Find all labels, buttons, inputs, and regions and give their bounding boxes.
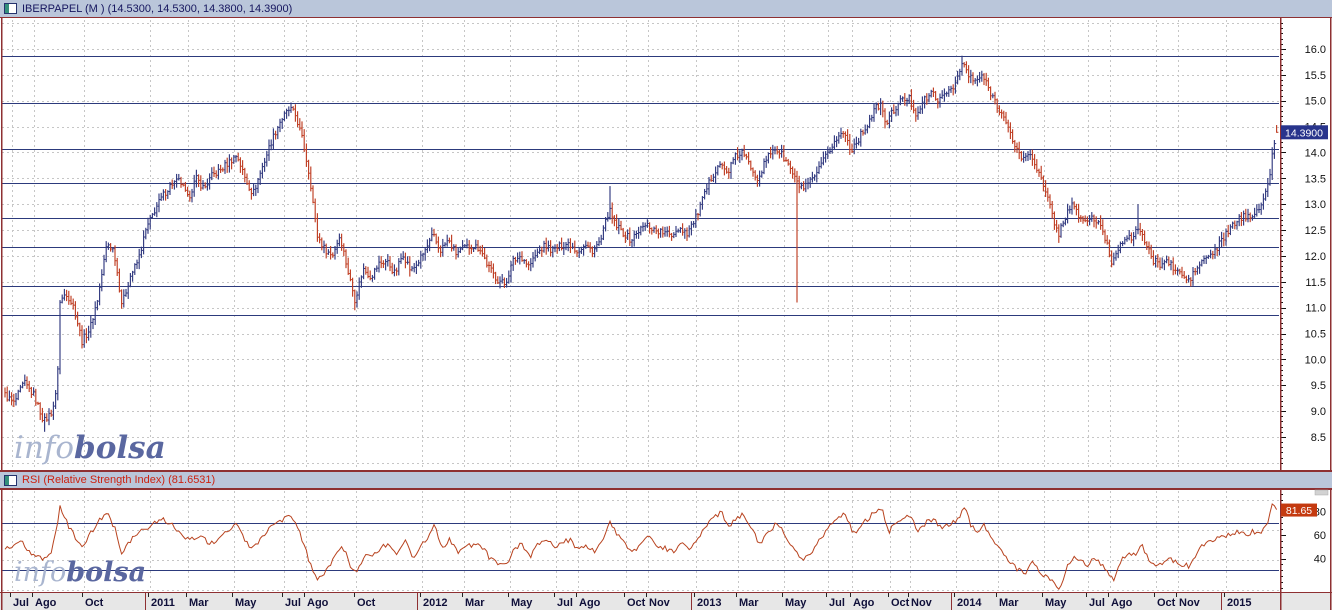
time-axis-label: Mar [465,597,485,609]
price-axis-label: 8.5 [1311,432,1326,444]
price-axis-label: 13.5 [1305,173,1326,185]
price-axis-label: 16.0 [1305,44,1326,56]
panel-chart-icon[interactable] [4,3,17,14]
price-axis-label: 13.0 [1305,199,1326,211]
time-axis-label: May [785,597,807,609]
time-axis-label: Jul [829,597,845,609]
rsi-axis-label: 40 [1314,554,1326,566]
time-axis-label: Nov [1179,597,1201,609]
time-axis-label: 2012 [423,597,447,609]
panel-resize-handle[interactable] [1314,489,1329,496]
time-axis-label: Nov [649,597,671,609]
time-axis-label: May [511,597,533,609]
price-axis-label: 14.0 [1305,147,1326,159]
time-axis-label: Jul [1089,597,1105,609]
main-chart-title: IBERPAPEL (M ) (14.5300, 14.5300, 14.380… [22,2,293,15]
time-axis-label: 2011 [151,597,175,609]
time-axis-label: Ago [579,597,601,609]
price-axis-label: 11.0 [1305,303,1326,315]
rsi-axis-label: 60 [1314,530,1326,542]
price-axis-label: 11.5 [1305,277,1326,289]
rsi-panel-titlebar: RSI (Relative Strength Index) (81.6531) [0,471,1332,489]
time-axis-label: 2015 [1227,597,1251,609]
time-axis-label: Ago [1111,597,1133,609]
price-axis-label: 10.5 [1305,329,1326,341]
time-axis-label: Mar [999,597,1019,609]
last-price-label: 14.3900 [1285,127,1323,139]
time-axis-label: Oct [891,597,910,609]
rsi-value-label: 81.65 [1286,505,1312,517]
time-axis-label: Mar [189,597,209,609]
time-axis-label: 2014 [957,597,982,609]
chart-application-window: IBERPAPEL (M ) (14.5300, 14.5300, 14.380… [0,0,1332,610]
time-axis-label: 2013 [697,597,721,609]
time-axis-label: Jul [557,597,573,609]
time-axis-label: Ago [307,597,329,609]
panel-indicator-icon[interactable] [4,474,17,486]
time-axis-label: Oct [627,597,646,609]
infobolsa-watermark: infobolsa [14,557,146,588]
time-axis-label: Oct [85,597,104,609]
time-axis-label: Oct [1157,597,1176,609]
price-axis-label: 9.0 [1311,406,1326,418]
time-axis-label: Mar [739,597,759,609]
rsi-panel-title: RSI (Relative Strength Index) (81.6531) [22,474,216,486]
time-axis-label: Jul [13,597,29,609]
price-axis-label: 9.5 [1311,380,1326,392]
rsi-chart-canvas[interactable]: infobolsa80604081.65 [0,489,1332,592]
time-axis-label: May [1045,597,1067,609]
time-axis-label: Nov [911,597,933,609]
price-axis-label: 12.0 [1305,251,1326,263]
price-chart-canvas[interactable]: infobolsa16.015.515.014.514.013.513.012.… [0,18,1332,471]
price-axis-label: 15.0 [1305,96,1326,108]
time-axis-label: Ago [35,597,57,609]
price-axis-label: 15.5 [1305,70,1326,82]
time-axis-label: Ago [853,597,875,609]
time-axis-label: Oct [357,597,376,609]
time-axis-label: May [235,597,257,609]
time-axis: Jul Ago Oct 2011 Mar May Jul Ago Oct 2012 Mar May Ju… [0,592,1332,610]
price-axis-label: 12.5 [1305,225,1326,237]
infobolsa-watermark: infobolsa [14,430,166,466]
price-axis-label: 10.0 [1305,354,1326,366]
main-chart-titlebar: IBERPAPEL (M ) (14.5300, 14.5300, 14.380… [0,0,1332,18]
time-axis-label: Jul [285,597,301,609]
